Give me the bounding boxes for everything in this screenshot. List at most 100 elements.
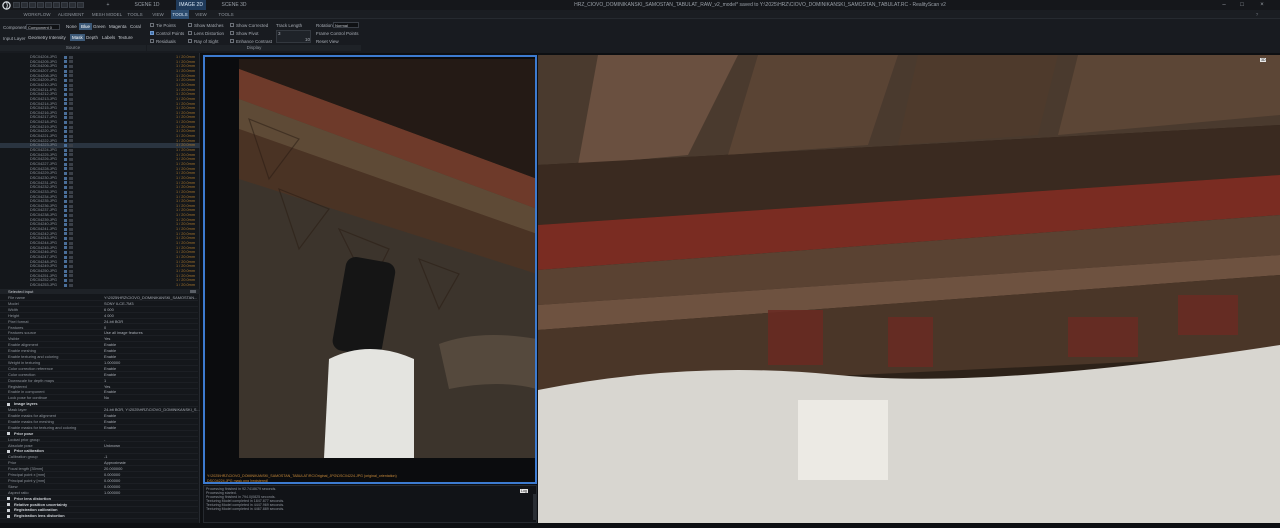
mask-layer-icon — [69, 130, 73, 134]
mask-layer-icon — [69, 172, 73, 176]
component-select[interactable]: Component 0 — [26, 24, 60, 30]
source-group-label: Source — [0, 45, 146, 51]
color-none-button[interactable]: None — [64, 23, 79, 30]
new-project-icon[interactable] — [13, 2, 20, 8]
rotation-select[interactable]: Normal — [333, 22, 359, 28]
tie-points-checkbox[interactable] — [150, 23, 154, 27]
redo-icon[interactable] — [69, 2, 76, 8]
menu-view-2d[interactable]: VIEW — [190, 10, 212, 19]
log-line: Texturing Model completed in 4467.889 se… — [206, 507, 285, 511]
lens-distortion-checkbox[interactable] — [188, 31, 192, 35]
inspector-pin-icon[interactable] — [190, 290, 196, 293]
layer-labels-button[interactable]: Labels — [100, 34, 117, 41]
mask-layer-icon — [69, 195, 73, 199]
layout-icon[interactable] — [37, 2, 44, 8]
menu-tools[interactable]: TOOLS — [126, 10, 144, 19]
mask-layer-icon — [69, 204, 73, 208]
track-length-max: 10 — [305, 37, 311, 42]
image-thumb-icon — [64, 195, 67, 199]
color-coral-button[interactable]: Coral — [128, 23, 143, 30]
color-green-button[interactable]: Green — [91, 23, 108, 30]
expand-icon[interactable] — [7, 432, 10, 436]
list-item[interactable]: DSC04253.JPG 1 / 20.0mm — [0, 283, 200, 288]
console-scrollbar[interactable] — [533, 494, 536, 520]
image-thumb-icon — [64, 130, 67, 134]
reset-view-button[interactable]: Reset View — [316, 39, 339, 44]
tab-scene-1d[interactable]: SCENE 1D — [118, 0, 176, 10]
track-length-slider[interactable]: 3 10 — [276, 30, 311, 43]
expand-icon[interactable] — [7, 449, 10, 453]
image-thumb-icon — [64, 102, 67, 106]
mask-layer-icon — [69, 213, 73, 217]
tab-image-2d[interactable]: IMAGE 2D — [176, 0, 206, 10]
expand-icon[interactable] — [7, 497, 10, 501]
layout-2-icon[interactable] — [45, 2, 52, 8]
residuals-checkbox[interactable] — [150, 39, 154, 43]
tie-points-label: Tie Points — [156, 23, 176, 28]
image-thumb-icon — [64, 176, 67, 180]
expand-icon[interactable] — [7, 503, 10, 506]
mask-layer-icon — [69, 55, 73, 59]
tab-scene-3d[interactable]: SCENE 3D — [206, 0, 262, 10]
menu-tools-2d[interactable]: TOOLS — [171, 10, 189, 19]
image-mask-text: DSC04224.JPG mask.png [registered] — [207, 479, 269, 483]
menu-alignment[interactable]: ALIGNMENT — [56, 10, 86, 19]
image-thumb-icon — [64, 265, 67, 269]
image-thumb-icon — [64, 278, 67, 282]
layer-mask-button[interactable]: Mask — [70, 34, 85, 41]
control-points-checkbox[interactable] — [150, 31, 154, 35]
image-thumb-icon — [64, 148, 67, 152]
scene-3d-view[interactable]: 3D — [538, 55, 1280, 523]
image-thumb-icon — [64, 139, 67, 143]
component-label: Component — [3, 25, 27, 30]
mask-layer-icon — [69, 92, 73, 96]
help-icon[interactable]: ? — [1253, 10, 1261, 19]
image-thumb-icon — [64, 79, 67, 83]
show-matches-label: Show Matches — [194, 23, 224, 28]
control-points-label: Control Points — [156, 31, 185, 36]
image-thumb-icon — [64, 162, 67, 166]
color-magenta-button[interactable]: Magenta — [107, 23, 129, 30]
mask-layer-icon — [69, 65, 73, 69]
open-project-icon[interactable] — [21, 2, 28, 8]
save-icon[interactable] — [29, 2, 36, 8]
app-logo-icon[interactable] — [0, 0, 12, 10]
inspector-section[interactable]: Registration lens distortion — [0, 513, 198, 520]
show-matches-checkbox[interactable] — [188, 23, 192, 27]
show-corrected-checkbox[interactable] — [230, 23, 234, 27]
track-length-min: 3 — [278, 31, 281, 36]
layer-depth-button[interactable]: Depth — [84, 34, 100, 41]
image-thumb-icon — [64, 55, 67, 59]
mask-layer-icon — [69, 246, 73, 250]
mask-layer-icon — [69, 241, 73, 245]
menu-workflow[interactable]: WORKFLOW — [22, 10, 52, 19]
more-icon[interactable] — [77, 2, 84, 8]
maximize-icon[interactable]: □ — [1237, 1, 1247, 9]
mask-layer-icon — [69, 139, 73, 143]
frame-control-points-button[interactable]: Frame Control Points — [316, 31, 359, 36]
photo-canvas[interactable] — [239, 59, 535, 458]
menu-view[interactable]: VIEW — [148, 10, 168, 19]
ray-of-sight-checkbox[interactable] — [188, 39, 192, 43]
expand-icon[interactable] — [7, 514, 10, 518]
image-thumb-icon — [64, 204, 67, 208]
show-pivot-checkbox[interactable] — [230, 31, 234, 35]
expand-icon[interactable] — [7, 402, 10, 406]
layout-3-icon[interactable] — [53, 2, 60, 8]
image-2d-view[interactable]: 2D Y:\2025\HRZ\CIOVO_DOMINIKANSKI_SAMOST… — [203, 55, 537, 484]
image-thumb-icon — [64, 144, 67, 148]
menu-tools-3d[interactable]: TOOLS — [216, 10, 236, 19]
enhance-contrast-checkbox[interactable] — [230, 39, 234, 43]
undo-icon[interactable] — [61, 2, 68, 8]
expand-icon[interactable] — [7, 508, 10, 512]
close-icon[interactable]: × — [1257, 1, 1267, 9]
image-list[interactable]: DSC04204.JPG 1 / 20.0mm DSC04205.JPG 1 / 20… — [0, 55, 200, 289]
minimize-icon[interactable]: – — [1219, 1, 1229, 9]
mask-layer-icon — [69, 283, 73, 287]
menu-mesh-model[interactable]: MESH MODEL — [91, 10, 123, 19]
layer-intensity-button[interactable]: Intensity — [47, 34, 68, 41]
lens-distortion-label: Lens Distortion — [194, 31, 225, 36]
mask-layer-icon — [69, 265, 73, 269]
add-tab-button[interactable]: + — [104, 0, 112, 10]
layer-texture-button[interactable]: Texture — [116, 34, 135, 41]
